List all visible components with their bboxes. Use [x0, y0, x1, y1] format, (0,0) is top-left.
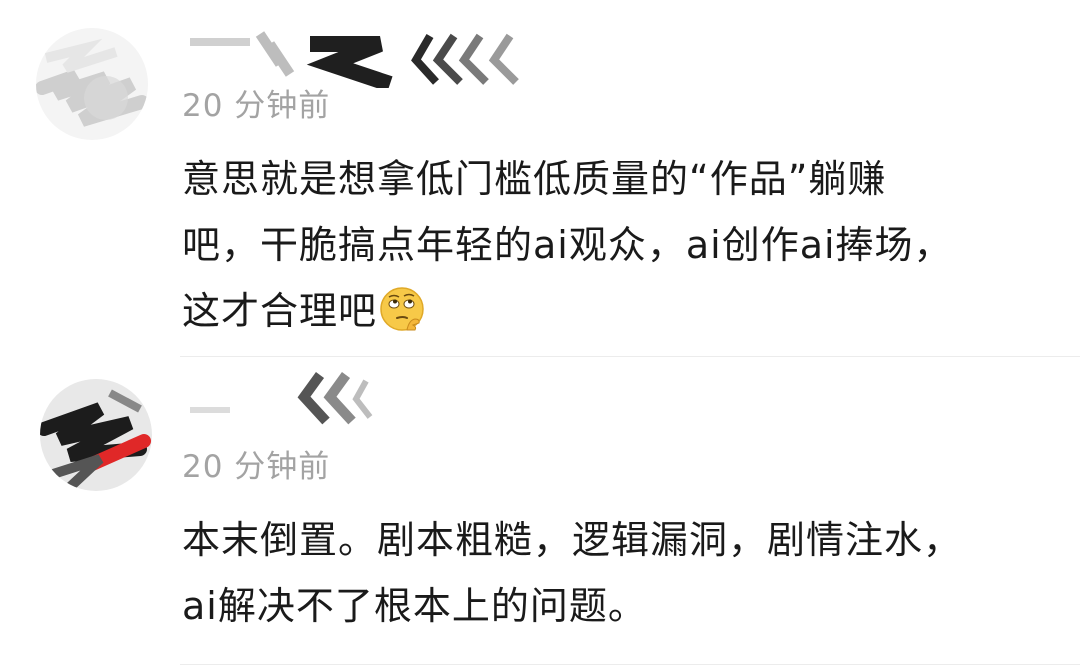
comment-item: 20 分钟前 意思就是想拿低门槛低质量的“作品”躺赚 吧，干脆搞点年轻的ai观众… — [0, 0, 1080, 357]
comment-line-text: 这才合理吧 — [182, 289, 378, 333]
comment-line: ai解决不了根本上的问题。 — [182, 584, 647, 628]
divider — [180, 664, 1080, 665]
thinking-eyeroll-emoji-icon — [380, 287, 424, 331]
avatar[interactable] — [36, 28, 148, 140]
comment-text: 本末倒置。剧本粗糙，逻辑漏洞，剧情注水， ai解决不了根本上的问题。 — [182, 507, 1062, 639]
comment-line: 本末倒置。剧本粗糙，逻辑漏洞，剧情注水， — [182, 518, 963, 562]
comment-line-last: 这才合理吧 — [182, 278, 1062, 344]
comment-text: 意思就是想拿低门槛低质量的“作品”躺赚 吧，干脆搞点年轻的ai观众，ai创作ai… — [182, 146, 1062, 344]
comment-line: 吧，干脆搞点年轻的ai观众，ai创作ai捧场， — [182, 223, 953, 267]
avatar[interactable] — [40, 379, 152, 491]
comment-item: 20 分钟前 本末倒置。剧本粗糙，逻辑漏洞，剧情注水， ai解决不了根本上的问题… — [0, 357, 1080, 671]
username[interactable] — [180, 24, 560, 88]
comment-timestamp: 20 分钟前 — [182, 88, 331, 124]
comment-timestamp: 20 分钟前 — [182, 449, 331, 485]
username[interactable] — [180, 367, 380, 431]
comment-line: 意思就是想拿低门槛低质量的“作品”躺赚 — [182, 157, 887, 201]
